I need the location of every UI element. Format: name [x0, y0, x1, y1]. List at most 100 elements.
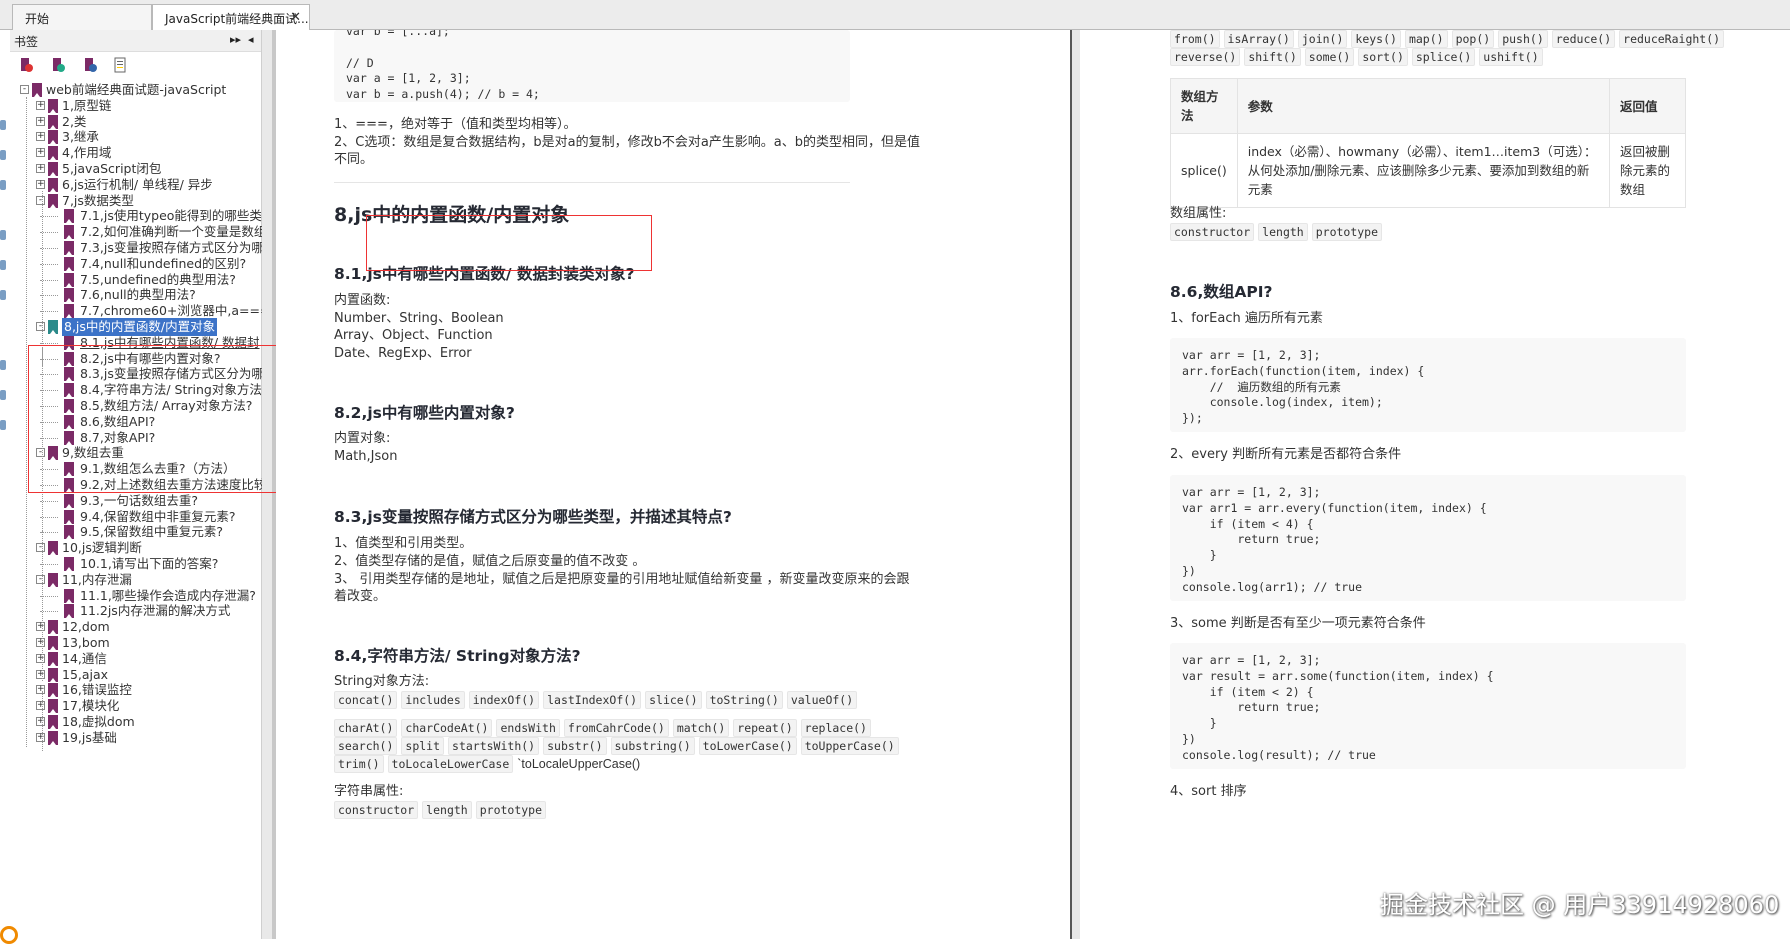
- bookmark-icon: [64, 241, 74, 255]
- code-chip: from(): [1170, 30, 1220, 48]
- table-row: splice() index（必需）、howmany（必需）、item1…ite…: [1170, 133, 1686, 208]
- code-chip: lastIndexOf(): [543, 691, 642, 709]
- paragraph: 1、值类型和引用类型。: [334, 536, 473, 551]
- bookmark-icon: [64, 509, 74, 524]
- expander-toggle[interactable]: +: [36, 100, 45, 110]
- method-list: concat() includes indexOf() lastIndexOf() sl…: [334, 691, 861, 709]
- tool-icon[interactable]: [0, 290, 6, 300]
- highlight-box: [28, 345, 298, 493]
- code-block: var arr = [1, 2, 3]; var arr1 = arr.every…: [1170, 475, 1686, 601]
- tool-icon[interactable]: [0, 230, 6, 240]
- bookmark-icon: [48, 177, 58, 192]
- tab-label: JavaScript前端经典面试...: [165, 12, 309, 26]
- tool-icon[interactable]: [0, 150, 6, 160]
- expander-toggle[interactable]: +: [36, 179, 45, 189]
- panel-title: 书签: [14, 35, 39, 49]
- paragraph: Date、RegExp、Error: [334, 346, 472, 361]
- code-block: var arr = [1, 2, 3]; var result = arr.som…: [1170, 643, 1686, 769]
- bookmark-icon: [48, 699, 58, 714]
- code-chip: toUpperCase(): [800, 737, 899, 755]
- tab-document[interactable]: JavaScript前端经典面试... ✕: [152, 4, 310, 31]
- code-chip: splice(): [1411, 48, 1476, 66]
- bookmark-item[interactable]: 19,js基础: [62, 729, 117, 747]
- code-chip: repeat(): [733, 719, 797, 737]
- expander-toggle[interactable]: +: [36, 653, 45, 663]
- paragraph: 字符串属性:: [334, 784, 404, 799]
- expander-toggle[interactable]: +: [36, 732, 45, 742]
- bookmark-toolbar: [10, 52, 261, 80]
- bookmark-icon: [48, 715, 58, 729]
- paragraph: Array、Object、Function: [334, 328, 493, 343]
- bookmark-icon: [48, 541, 58, 556]
- api-table: 数组方法 参数 返回值 splice() index（必需）、howmany（必…: [1170, 78, 1686, 208]
- tool-icon[interactable]: [0, 360, 6, 370]
- bookmark-icon: [32, 83, 42, 97]
- tool-icon[interactable]: [0, 260, 6, 270]
- expander-toggle[interactable]: +: [36, 148, 45, 158]
- bookmark-icon: [48, 572, 58, 587]
- property-list: constructor length prototype: [1170, 223, 1386, 241]
- expander-toggle[interactable]: -: [20, 85, 29, 94]
- bookmark-icon: [64, 557, 74, 571]
- code-chip: includes: [401, 691, 465, 709]
- tool-icon[interactable]: [0, 180, 6, 190]
- expander-toggle[interactable]: -: [36, 195, 45, 205]
- code-chip: toString(): [705, 691, 783, 709]
- page-divider: [1070, 30, 1080, 939]
- expander-toggle[interactable]: +: [36, 717, 45, 726]
- expander-toggle[interactable]: +: [36, 132, 45, 142]
- bookmark-icon: [48, 162, 58, 176]
- tab-start[interactable]: 开始: [12, 4, 152, 30]
- bookmark-icon: [48, 146, 58, 161]
- tab-label: 开始: [25, 12, 50, 26]
- code-chip: substr(): [543, 737, 607, 755]
- paragraph: 2、every 判断所有元素是否都符合条件: [1170, 447, 1402, 462]
- bookmark-icon: [64, 525, 74, 540]
- expander-toggle[interactable]: -: [36, 322, 45, 331]
- expander-toggle[interactable]: +: [36, 622, 45, 632]
- expander-toggle[interactable]: +: [36, 638, 45, 647]
- paragraph: 1、===，绝对等于（值和类型均相等）。: [334, 117, 577, 132]
- tool-icon[interactable]: [0, 420, 6, 430]
- collapse-icon[interactable]: ◂: [248, 33, 254, 46]
- expand-icon[interactable]: ▸▸: [230, 33, 241, 46]
- table-header: 参数: [1236, 78, 1611, 134]
- bookmark-icon: [64, 209, 74, 224]
- code-chip: fromCahrCode(): [563, 719, 669, 737]
- bookmark-properties-icon[interactable]: [112, 57, 128, 73]
- code-chip: startsWith(): [448, 737, 540, 755]
- highlight-box: [366, 215, 652, 271]
- subsection-heading: 8.4,字符串方法/ String对象方法?: [334, 647, 581, 665]
- expander-toggle[interactable]: +: [36, 164, 45, 173]
- add-bookmark-icon[interactable]: [18, 57, 34, 73]
- tool-icon[interactable]: [0, 390, 6, 400]
- method-list: search() split startsWith() substr() substri…: [334, 737, 903, 755]
- bookmark-icon: [48, 320, 58, 334]
- expander-toggle[interactable]: +: [36, 685, 45, 695]
- subsection-heading: 8.2,js中有哪些内置对象?: [334, 404, 515, 422]
- close-icon[interactable]: ✕: [290, 10, 301, 25]
- watermark: 掘金技术社区 @ 用户3391492806­0: [1380, 891, 1780, 919]
- paragraph: 着改变。: [334, 589, 387, 604]
- paragraph: 3、some 判断是否有至少一项元素符合条件: [1170, 616, 1426, 631]
- tree-guide: [42, 691, 43, 751]
- code-chip: match(): [672, 719, 730, 737]
- code-chip: reduce(): [1551, 30, 1616, 48]
- method-list: trim() toLocaleLowerCase `toLocaleUpperCas…: [334, 755, 640, 773]
- expander-toggle[interactable]: +: [36, 116, 45, 126]
- tree-guide: [42, 641, 43, 681]
- paragraph: 2、值类型存储的是值，赋值之后原变量的值不改变 。: [334, 554, 646, 569]
- code-chip: keys(): [1351, 30, 1401, 48]
- expander-toggle[interactable]: +: [36, 669, 45, 679]
- paragraph: 内置对象:: [334, 431, 391, 446]
- expander-toggle[interactable]: +: [36, 701, 45, 711]
- expander-toggle[interactable]: -: [36, 543, 45, 553]
- bookmark-icon: [48, 193, 58, 208]
- bookmark-icon: [64, 256, 74, 271]
- delete-bookmark-icon[interactable]: [82, 57, 98, 73]
- expander-toggle[interactable]: -: [36, 574, 45, 584]
- tool-icon[interactable]: [0, 120, 6, 130]
- code-chip: toLocaleLowerCase: [387, 755, 514, 773]
- add-child-bookmark-icon[interactable]: [50, 57, 66, 73]
- code-line: console.log(result); // true: [1182, 747, 1376, 762]
